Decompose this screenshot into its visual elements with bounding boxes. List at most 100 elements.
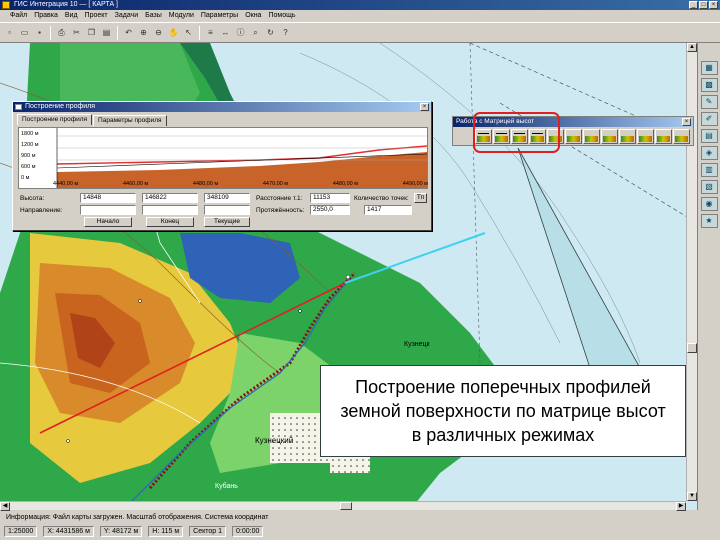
matrix-tool-7-icon[interactable] [583,129,600,144]
grid-tool-icon[interactable]: ▩ [700,78,718,92]
menu-edit[interactable]: Правка [34,10,58,22]
save-icon[interactable]: ▪ [33,26,46,39]
count-field[interactable]: 1417 [364,205,412,215]
window-title-bar: ГИС Интеграция 10 — [ КАРТА ] _ □ × [0,0,720,10]
matrix-tool-11-icon[interactable] [655,129,672,144]
horizontal-scroll-thumb[interactable] [340,502,352,510]
direction-field-3[interactable] [204,205,250,215]
height-start-field[interactable]: 14848 [80,193,136,203]
hand-icon[interactable]: ✋ [167,26,180,39]
height-mid-field[interactable]: 146822 [142,193,198,203]
menu-modules[interactable]: Модули [169,10,194,22]
scroll-down-button[interactable]: ▼ [687,492,697,501]
zoom-out-icon[interactable]: ⊖ [152,26,165,39]
layer-tool-icon[interactable]: ▦ [700,61,718,75]
status-y: Y: 48172 м [99,526,143,537]
menu-databases[interactable]: Базы [145,10,162,22]
horizontal-scrollbar[interactable]: ◀ ▶ [0,501,686,511]
open-icon[interactable]: ▭ [18,26,31,39]
height-end-field[interactable]: 348109 [204,193,250,203]
undo-icon[interactable]: ↶ [122,26,135,39]
direction-field-2[interactable] [142,205,198,215]
maximize-button[interactable]: □ [699,1,708,9]
close-button[interactable]: × [709,1,718,9]
menu-file[interactable]: Файл [10,10,27,22]
side-button[interactable]: Тп [414,193,427,203]
distance-label: Расстояние т.1: [256,195,303,202]
measure-icon[interactable]: ↔ [219,26,232,39]
help-icon[interactable]: ? [279,26,292,39]
menu-parameters[interactable]: Параметры [201,10,238,22]
status-scale: 1:25000 [4,526,38,537]
distance-field[interactable]: 11153 [310,193,350,203]
info-icon[interactable]: ⓘ [234,26,247,39]
x-tick-label: 4490,00 м [402,181,428,187]
matrix-toolbar-close-button[interactable]: × [682,118,691,126]
paste-icon[interactable]: ▤ [100,26,113,39]
zoom-in-icon[interactable]: ⊕ [137,26,150,39]
start-button[interactable]: Начало [84,217,132,227]
x-tick-label: 4460,00 м [122,181,149,187]
status-x: X: 4431586 м [43,526,94,537]
callout-text: Построение поперечных профилей земной по… [340,377,666,445]
star-tool-icon[interactable]: ★ [700,214,718,228]
menu-view[interactable]: Вид [65,10,78,22]
x-tick-label: 4470,00 м [262,181,289,187]
vertical-scrollbar[interactable]: ▲ ▼ [686,43,697,501]
tab-build-profile[interactable]: Построение профиля [17,114,93,125]
layers-icon[interactable]: ≡ [204,26,217,39]
cut-icon[interactable]: ✂ [70,26,83,39]
scroll-right-button[interactable]: ▶ [676,502,686,511]
right-toolbar: ▦ ▩ ✎ ✐ ▤ ◈ ▥ ▧ ◉ ★ [697,43,720,510]
menu-windows[interactable]: Окна [245,10,261,22]
profile-dialog-title: Построение профиля [25,103,96,110]
scroll-left-button[interactable]: ◀ [0,502,10,511]
select-icon[interactable]: ↖ [182,26,195,39]
end-button[interactable]: Конец [146,217,194,227]
y-tick-label: 1800 м [21,131,39,137]
menu-project[interactable]: Проект [85,10,108,22]
matrix-tool-10-icon[interactable] [637,129,654,144]
menu-tasks[interactable]: Задачи [115,10,139,22]
scroll-up-button[interactable]: ▲ [687,43,697,52]
dialog-icon [15,104,22,110]
search-icon[interactable]: ⌕ [249,26,262,39]
symbol-tool-icon[interactable]: ◈ [700,146,718,160]
copy-icon[interactable]: ❐ [85,26,98,39]
chart-tool-icon[interactable]: ▥ [700,163,718,177]
profile-dialog-title-bar: Построение профиля × [13,102,431,112]
minimize-button[interactable]: _ [689,1,698,9]
point-tool-icon[interactable]: ◉ [700,197,718,211]
print-icon[interactable]: ⎙ [55,26,68,39]
direction-field-1[interactable] [80,205,136,215]
new-icon[interactable]: ▫ [3,26,16,39]
status-height: H: 115 м [148,526,184,537]
refresh-icon[interactable]: ↻ [264,26,277,39]
y-tick-label: 1200 м [21,142,39,148]
profile-plot-graphics [56,128,428,188]
callout-box: Построение поперечных профилей земной по… [320,365,686,457]
toolbar-separator [117,25,118,40]
edit-tool-icon[interactable]: ✐ [700,112,718,126]
current-button[interactable]: Текущие [204,217,250,227]
area-tool-icon[interactable]: ▧ [700,180,718,194]
profile-tabs: Построение профиля Параметры профиля [17,114,168,126]
x-tick-label: 4480,00 м [332,181,359,187]
length-label: Протяжённость: [256,207,305,214]
toolbar-separator [50,25,51,40]
vertical-scroll-thumb[interactable] [687,343,697,353]
profile-dialog-close-button[interactable]: × [420,103,429,111]
length-field[interactable]: 2550,0 [310,205,350,215]
draw-tool-icon[interactable]: ✎ [700,95,718,109]
table-tool-icon[interactable]: ▤ [700,129,718,143]
tab-profile-params[interactable]: Параметры профиля [93,115,167,126]
matrix-tool-9-icon[interactable] [619,129,636,144]
map-label-village: Кузнецк [404,341,430,348]
status-sector: Сектор 1 [189,526,227,537]
menu-help[interactable]: Помощь [268,10,295,22]
window-title: ГИС Интеграция 10 — [ КАРТА ] [14,1,119,8]
y-tick-label: 600 м [21,164,36,170]
matrix-tool-8-icon[interactable] [601,129,618,144]
matrix-tool-6-icon[interactable] [565,129,582,144]
matrix-tool-12-icon[interactable] [673,129,690,144]
